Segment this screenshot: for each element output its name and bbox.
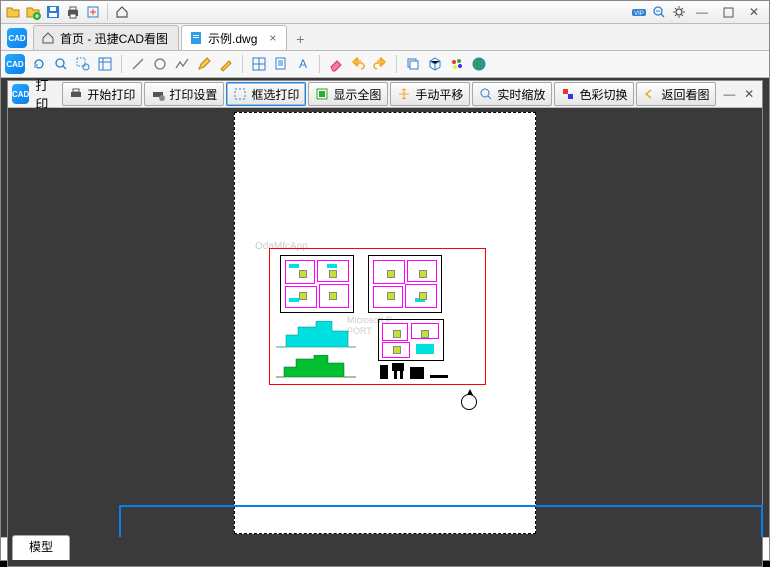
text-tool-icon[interactable]: A (295, 56, 311, 72)
print-page: OdaMfcApp Microsoft PPORT (234, 112, 536, 534)
workspace-area: CAD 打印 开始打印 打印设置 框选打印 显示全图 手动平移 实时缩放 色彩切… (1, 78, 769, 537)
command-bar-outline (119, 505, 763, 537)
folder-open-icon[interactable] (5, 4, 21, 20)
pan-button[interactable]: 手动平移 (390, 82, 470, 106)
fullscreen-icon[interactable] (97, 56, 113, 72)
export-icon[interactable] (85, 4, 101, 20)
floor-plan-2 (368, 255, 442, 313)
floor-plan-3 (378, 319, 444, 361)
zoom-realtime-button[interactable]: 实时缩放 (472, 82, 552, 106)
floor-plan-1 (280, 255, 354, 313)
symbol-row (380, 363, 450, 381)
minimize-button[interactable]: — (691, 3, 713, 21)
pencil-tool-icon[interactable] (196, 56, 212, 72)
app-window: VIP — ✕ CAD 首页 - 迅捷CAD看图 示例.dwg × + CAD (0, 0, 770, 561)
cube-3d-icon[interactable] (427, 56, 443, 72)
highlighter-icon[interactable] (218, 56, 234, 72)
folder-add-icon[interactable] (25, 4, 41, 20)
grid-icon[interactable] (251, 56, 267, 72)
panel-close-button[interactable]: ✕ (740, 85, 758, 103)
line-tool-icon[interactable] (130, 56, 146, 72)
tab-home[interactable]: 首页 - 迅捷CAD看图 (33, 25, 179, 50)
dwg-file-icon (188, 30, 204, 46)
redo-icon[interactable] (372, 56, 388, 72)
copy-icon[interactable] (405, 56, 421, 72)
compass-icon (461, 394, 477, 410)
print-toolbar: CAD 打印 开始打印 打印设置 框选打印 显示全图 手动平移 实时缩放 色彩切… (8, 81, 762, 108)
print-settings-button[interactable]: 打印设置 (144, 82, 224, 106)
show-all-button[interactable]: 显示全图 (308, 82, 388, 106)
box-select-print-button[interactable]: 框选打印 (226, 82, 306, 106)
color-switch-button[interactable]: 色彩切换 (554, 82, 634, 106)
save-icon[interactable] (45, 4, 61, 20)
close-button[interactable]: ✕ (743, 3, 765, 21)
app-logo-icon: CAD (12, 84, 29, 104)
panel-minimize-button[interactable]: — (720, 85, 738, 103)
color-palette-icon[interactable] (449, 56, 465, 72)
quick-access-bar: VIP — ✕ (1, 1, 769, 24)
tab-label: 首页 - 迅捷CAD看图 (60, 30, 168, 47)
home-icon[interactable] (114, 4, 130, 20)
back-to-view-button[interactable]: 返回看图 (636, 82, 716, 106)
svg-text:A: A (299, 57, 307, 71)
print-icon[interactable] (65, 4, 81, 20)
zoom-window-icon[interactable] (75, 56, 91, 72)
settings-gear-icon[interactable] (671, 4, 687, 20)
elevation-1 (276, 321, 356, 349)
app-logo-icon: CAD (7, 28, 27, 48)
add-tab-button[interactable]: + (289, 28, 311, 50)
circle-tool-icon[interactable] (152, 56, 168, 72)
tab-label: 示例.dwg (208, 30, 257, 47)
polyline-tool-icon[interactable] (174, 56, 190, 72)
tab-file[interactable]: 示例.dwg × (181, 25, 287, 50)
globe-icon[interactable] (471, 56, 487, 72)
eraser-icon[interactable] (328, 56, 344, 72)
start-print-button[interactable]: 开始打印 (62, 82, 142, 106)
document-tab-strip: CAD 首页 - 迅捷CAD看图 示例.dwg × + (1, 24, 769, 51)
print-preview-body[interactable]: OdaMfcApp Microsoft PPORT (8, 108, 762, 566)
zoom-out-icon[interactable] (651, 4, 667, 20)
layers-icon[interactable] (273, 56, 289, 72)
app-logo-icon: CAD (5, 54, 25, 74)
main-toolbar: CAD A (1, 51, 769, 78)
model-tab[interactable]: 模型 (12, 535, 70, 560)
maximize-button[interactable] (717, 3, 739, 21)
print-preview-panel: CAD 打印 开始打印 打印设置 框选打印 显示全图 手动平移 实时缩放 色彩切… (7, 80, 763, 567)
svg-text:VIP: VIP (634, 11, 644, 17)
undo-icon[interactable] (350, 56, 366, 72)
elevation-2 (276, 355, 356, 379)
tab-close-icon[interactable]: × (269, 31, 276, 45)
vip-icon[interactable]: VIP (631, 4, 647, 20)
selection-box (269, 248, 486, 385)
refresh-icon[interactable] (31, 56, 47, 72)
zoom-icon[interactable] (53, 56, 69, 72)
home-icon (40, 30, 56, 46)
separator (107, 3, 108, 21)
